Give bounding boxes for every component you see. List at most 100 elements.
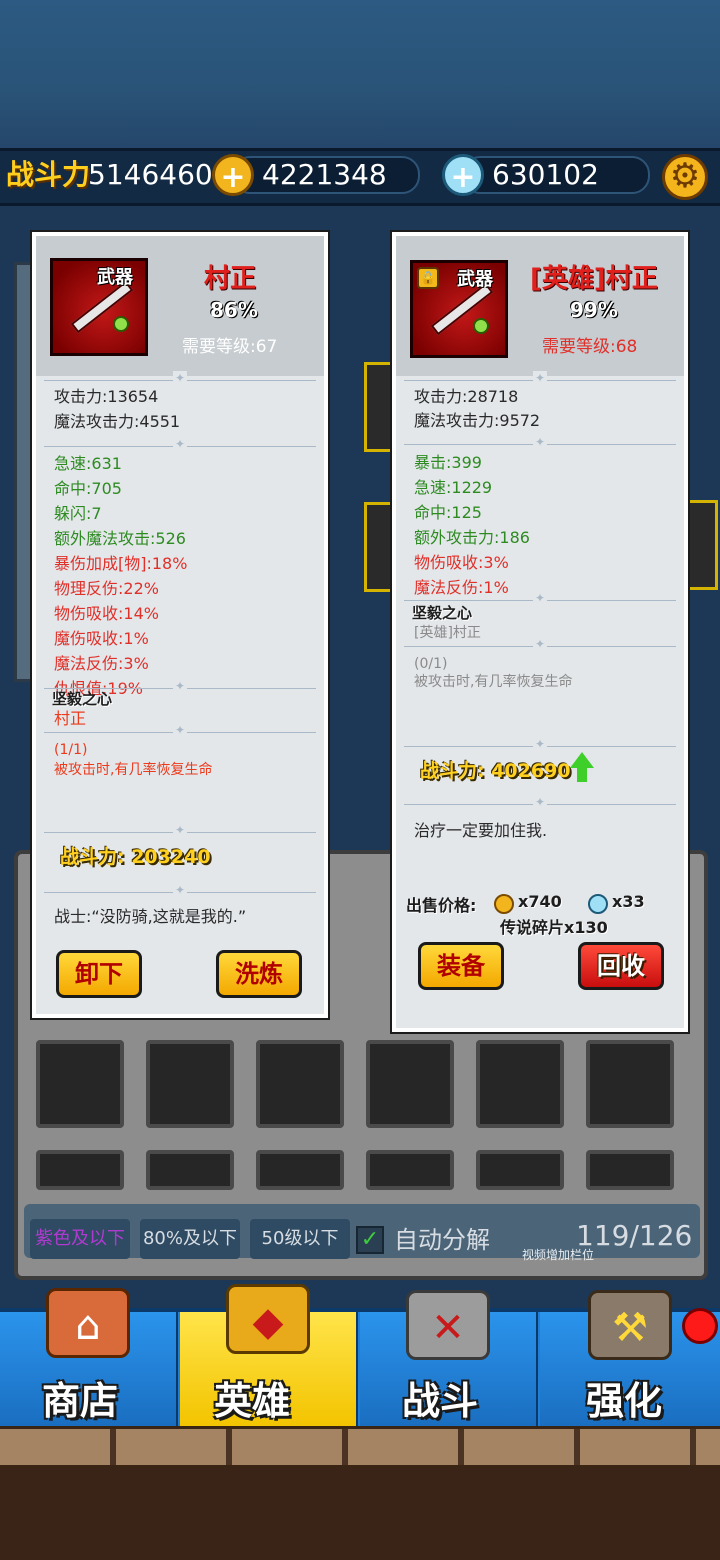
divider xyxy=(404,600,676,601)
stat-line: 攻击力:13654 xyxy=(54,387,159,406)
inventory-slot[interactable] xyxy=(366,1040,454,1128)
power-up-arrow-icon xyxy=(570,752,594,768)
auto-decompose-checkbox[interactable]: ✓ xyxy=(356,1226,384,1254)
hammer-icon: ⚒ xyxy=(588,1290,672,1360)
inventory-slot[interactable] xyxy=(366,1150,454,1190)
stat-line: 暴伤加成[物]:18% xyxy=(54,554,188,573)
set-member: 村正 xyxy=(54,709,87,728)
divider xyxy=(44,446,316,447)
gold-value: 4221348 xyxy=(262,158,387,191)
flavor-text: 战士:“没防骑,这就是我的.” xyxy=(54,907,247,926)
recycle-button[interactable]: 回收 xyxy=(578,942,664,990)
inventory-slot[interactable] xyxy=(586,1040,674,1128)
filter-level-button[interactable]: 50级以下 xyxy=(250,1219,350,1259)
power-up-arrow-icon xyxy=(577,768,587,782)
stat-line: 躲闪:7 xyxy=(54,504,102,523)
filter-purple-button[interactable]: 紫色及以下 xyxy=(30,1219,130,1259)
equipped-item-card: 武器 村正 86% 需要等级:67 攻击力:13654 魔法攻击力:4551 急… xyxy=(30,230,330,1020)
video-expand-hint[interactable]: 视频增加栏位 xyxy=(522,1246,594,1263)
equip-button[interactable]: 装备 xyxy=(418,942,504,990)
divider xyxy=(404,746,676,747)
inventory-slot[interactable] xyxy=(146,1150,234,1190)
sky-background xyxy=(0,0,720,150)
stat-line: 物伤吸收:3% xyxy=(414,553,509,572)
item-combat-power: 战斗力: 402690 xyxy=(420,760,571,782)
tab-enhance-label: 强化 xyxy=(586,1379,663,1423)
stat-line: 急速:1229 xyxy=(414,478,493,497)
inventory-slot[interactable] xyxy=(36,1040,124,1128)
shop-icon: ⌂ xyxy=(46,1288,130,1358)
lock-icon[interactable]: 🔓 xyxy=(417,267,439,289)
item-required-level: 需要等级:67 xyxy=(182,337,278,357)
tab-battle[interactable]: ✕ 战斗 xyxy=(360,1290,538,1426)
auto-decompose-label: 自动分解 xyxy=(394,1226,490,1254)
inventory-slot[interactable] xyxy=(476,1040,564,1128)
sell-gem-amount: x33 xyxy=(612,892,645,911)
item-quality-percent: 86% xyxy=(210,298,258,322)
divider xyxy=(44,832,316,833)
inventory-slot[interactable] xyxy=(586,1150,674,1190)
item-combat-power: 战斗力: 203240 xyxy=(60,846,211,868)
tab-shop-label: 商店 xyxy=(42,1379,119,1423)
stat-line: 急速:631 xyxy=(54,454,122,473)
settings-gear-icon[interactable]: ⚙ xyxy=(662,154,708,200)
set-member: [英雄]村正 xyxy=(414,625,481,641)
item-name: [英雄]村正 xyxy=(530,264,658,294)
notification-dot-icon xyxy=(682,1308,718,1344)
gem-add-icon[interactable]: + xyxy=(442,154,484,196)
set-effect: 被攻击时,有几率恢复生命 xyxy=(414,674,573,690)
new-item-card: 🔓 武器 [英雄]村正 99% 需要等级:68 攻击力:28718 魔法攻击力:… xyxy=(390,230,690,1034)
divider xyxy=(404,380,676,381)
sword-icon: 🔓 武器 xyxy=(410,260,508,358)
sell-shard-amount: 传说碎片x130 xyxy=(500,918,608,937)
inventory-slot[interactable] xyxy=(476,1150,564,1190)
stat-line: 魔伤吸收:1% xyxy=(54,629,149,648)
inventory-slot[interactable] xyxy=(36,1150,124,1190)
gem-value: 630102 xyxy=(492,158,599,191)
inventory-slot[interactable] xyxy=(256,1040,344,1128)
combat-power-value: 5146460 xyxy=(88,158,213,191)
reforge-button[interactable]: 洗炼 xyxy=(216,950,302,998)
set-title: 坚毅之心 xyxy=(412,604,473,622)
divider xyxy=(44,380,316,381)
gold-add-icon[interactable]: + xyxy=(212,154,254,196)
divider xyxy=(44,892,316,893)
flavor-text: 治疗一定要加住我. xyxy=(414,821,548,840)
stat-line: 暴击:399 xyxy=(414,453,482,472)
divider xyxy=(44,732,316,733)
combat-power-label: 战斗力 xyxy=(6,158,91,191)
helmet-icon: ◆ xyxy=(226,1284,310,1354)
stat-line: 命中:125 xyxy=(414,503,482,522)
stat-line: 攻击力:28718 xyxy=(414,387,519,406)
tab-hero[interactable]: ◆ 英雄 xyxy=(180,1284,358,1426)
ground-background xyxy=(0,1468,720,1560)
inventory-slot[interactable] xyxy=(256,1150,344,1190)
stone-border xyxy=(0,1426,720,1468)
stat-line: 命中:705 xyxy=(54,479,122,498)
sword-icon: 武器 xyxy=(50,258,148,356)
unequip-button[interactable]: 卸下 xyxy=(56,950,142,998)
tab-hero-label: 英雄 xyxy=(214,1379,291,1423)
stat-line: 物伤吸收:14% xyxy=(54,604,159,623)
equip-slot-peek[interactable] xyxy=(686,500,718,590)
inventory-slot[interactable] xyxy=(146,1040,234,1128)
item-quality-percent: 99% xyxy=(570,298,618,322)
item-name: 村正 xyxy=(204,264,257,294)
crossed-swords-icon: ✕ xyxy=(406,1290,490,1360)
divider xyxy=(404,444,676,445)
slot-tag: 武器 xyxy=(97,267,133,288)
stat-line: 物理反伤:22% xyxy=(54,579,159,598)
stat-line: 额外攻击力:186 xyxy=(414,528,530,547)
slot-tag: 武器 xyxy=(457,269,493,290)
item-required-level: 需要等级:68 xyxy=(542,337,638,357)
stat-line: 额外魔法攻击:526 xyxy=(54,529,186,548)
sell-gold-amount: x740 xyxy=(518,892,562,911)
filter-percent-button[interactable]: 80%及以下 xyxy=(140,1219,240,1259)
stat-line: 魔法反伤:3% xyxy=(54,654,149,673)
stat-line: 魔法攻击力:9572 xyxy=(414,411,541,430)
sell-price-label: 出售价格: xyxy=(406,896,477,915)
gold-coin-icon xyxy=(494,894,514,914)
tab-shop[interactable]: ⌂ 商店 xyxy=(0,1288,178,1426)
tab-battle-label: 战斗 xyxy=(402,1379,479,1423)
divider xyxy=(404,804,676,805)
